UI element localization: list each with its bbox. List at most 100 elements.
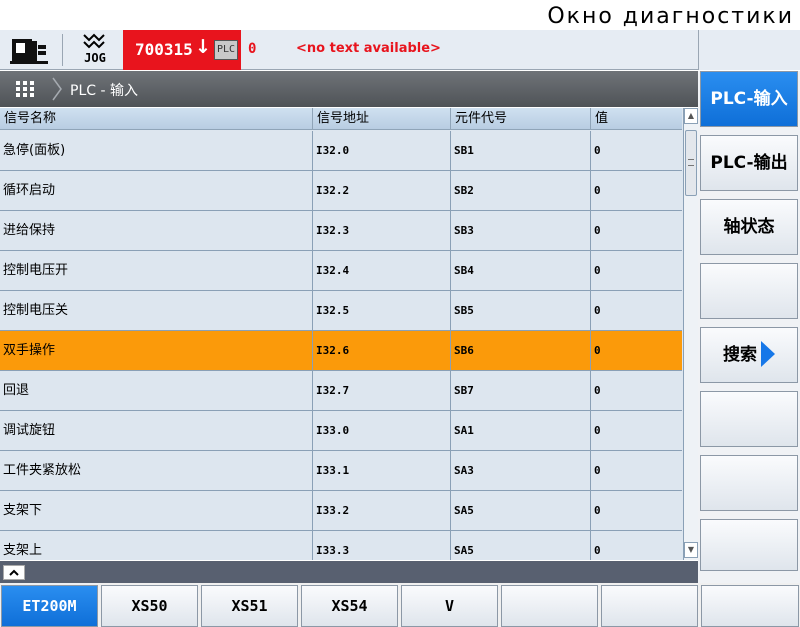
softkey-xs50[interactable]: XS50: [101, 585, 198, 627]
table-row[interactable]: 回退 I32.7 SB7 0: [0, 371, 682, 411]
cell-signal-name: 进给保持: [3, 223, 56, 238]
chevron-up-icon[interactable]: [3, 565, 25, 580]
cell-signal-name: 循环启动: [3, 183, 56, 198]
table-row[interactable]: 循环启动 I32.2 SB2 0: [0, 171, 682, 211]
alarm-text: <no text available>: [296, 41, 441, 56]
table-row[interactable]: 工件夹紧放松 I33.1 SA3 0: [0, 451, 682, 491]
vertical-softkey-bar: PLC-输入 PLC-输出 轴状态 搜索: [698, 71, 800, 583]
softkey-vertical-4[interactable]: [700, 263, 798, 319]
scroll-up-button[interactable]: ▲: [684, 108, 698, 124]
table-row[interactable]: 支架上 I33.3 SA5 0: [0, 531, 682, 560]
cell-signal-name: 支架下: [3, 503, 43, 518]
column-header-value[interactable]: 值: [590, 108, 682, 130]
softkey-xs51[interactable]: XS51: [201, 585, 298, 627]
cell-device-code: SA5: [450, 531, 590, 560]
cell-device-code: SB3: [450, 211, 590, 251]
cell-device-code: SB5: [450, 291, 590, 331]
cell-value: 0: [590, 411, 682, 451]
softkey-axis-status[interactable]: 轴状态: [700, 199, 798, 255]
signal-table: 信号名称 信号地址 元件代号 值 急停(面板) I32.0 SB1 0 循环启动 I32.…: [0, 108, 698, 560]
softkey-search[interactable]: 搜索: [700, 327, 798, 383]
cell-device-code: SA5: [450, 491, 590, 531]
cell-value: 0: [590, 171, 682, 211]
table-row[interactable]: 控制电压开 I32.4 SB4 0: [0, 251, 682, 291]
arrow-right-icon: [761, 340, 775, 367]
cell-address: I33.3: [312, 531, 450, 560]
scroll-thumb[interactable]: [685, 130, 697, 196]
status-separator: [62, 34, 63, 66]
breadcrumb-label: PLC - 输入: [70, 83, 138, 99]
softkey-horizontal-6[interactable]: [501, 585, 598, 627]
alarm-source-badge: PLC: [214, 40, 238, 60]
cell-signal-name: 工件夹紧放松: [3, 463, 82, 478]
cell-address: I32.0: [312, 131, 450, 171]
softkey-horizontal-8[interactable]: [701, 585, 799, 627]
cell-address: I33.0: [312, 411, 450, 451]
table-row[interactable]: 控制电压关 I32.5 SB5 0: [0, 291, 682, 331]
cell-signal-name: 支架上: [3, 543, 43, 558]
cell-value: 0: [590, 491, 682, 531]
table-row[interactable]: 双手操作 I32.6 SB6 0: [0, 331, 682, 371]
cell-value: 0: [590, 531, 682, 560]
cell-device-code: SA1: [450, 411, 590, 451]
alarm-number: 700315: [135, 40, 193, 59]
cell-address: I32.6: [312, 331, 450, 371]
scroll-down-button[interactable]: ▼: [684, 542, 698, 558]
cell-signal-name: 控制电压关: [3, 303, 69, 318]
cell-address: I32.7: [312, 371, 450, 411]
cell-value: 0: [590, 371, 682, 411]
mode-indicator: JOG: [72, 32, 118, 68]
softkey-vertical-8[interactable]: [700, 519, 798, 571]
softkey-plc-input[interactable]: PLC-输入: [700, 71, 798, 127]
table-row[interactable]: 调试旋钮 I33.0 SA1 0: [0, 411, 682, 451]
cell-device-code: SB7: [450, 371, 590, 411]
softkey-plc-output[interactable]: PLC-输出: [700, 135, 798, 191]
cell-device-code: SB6: [450, 331, 590, 371]
column-header-signal-name[interactable]: 信号名称: [0, 108, 312, 130]
cell-address: I32.4: [312, 251, 450, 291]
table-body: 急停(面板) I32.0 SB1 0 循环启动 I32.2 SB2 0 进给保持 I32.3 SB3…: [0, 131, 682, 560]
cell-signal-name: 急停(面板): [3, 143, 66, 158]
cell-device-code: SA3: [450, 451, 590, 491]
breadcrumb: PLC - 输入: [0, 71, 698, 107]
alarm-arrow-icon: ↓: [195, 36, 211, 58]
table-row[interactable]: 进给保持 I32.3 SB3 0: [0, 211, 682, 251]
column-header-address[interactable]: 信号地址: [312, 108, 450, 130]
machine-tool-icon: [10, 35, 48, 65]
breadcrumb-separator-icon: [52, 77, 62, 105]
softkey-v[interactable]: V: [401, 585, 498, 627]
mode-label: JOG: [84, 51, 106, 65]
softkey-search-label: 搜索: [723, 345, 757, 365]
alarm-box[interactable]: 700315 ↓ PLC: [123, 30, 241, 70]
menu-grid-icon[interactable]: [16, 81, 34, 97]
cell-device-code: SB1: [450, 131, 590, 171]
cell-value: 0: [590, 251, 682, 291]
table-row[interactable]: 支架下 I33.2 SA5 0: [0, 491, 682, 531]
cell-signal-name: 回退: [3, 383, 30, 398]
cell-value: 0: [590, 331, 682, 371]
cell-value: 0: [590, 211, 682, 251]
softkey-horizontal-7[interactable]: [601, 585, 698, 627]
cell-value: 0: [590, 451, 682, 491]
window-caption: Окно диагностики: [0, 0, 800, 30]
vertical-scrollbar[interactable]: ▲ ▼: [683, 108, 698, 560]
cell-address: I33.1: [312, 451, 450, 491]
table-header: 信号名称 信号地址 元件代号 值: [0, 108, 682, 130]
cell-device-code: SB4: [450, 251, 590, 291]
softkey-et200m[interactable]: ET200M: [1, 585, 98, 627]
cell-signal-name: 控制电压开: [3, 263, 69, 278]
softkey-vertical-7[interactable]: [700, 455, 798, 511]
cell-signal-name: 双手操作: [3, 343, 56, 358]
jog-wave-icon: [83, 33, 105, 49]
status-right-panel: [698, 30, 800, 70]
column-header-device-code[interactable]: 元件代号: [450, 108, 590, 130]
softkey-vertical-6[interactable]: [700, 391, 798, 447]
horizontal-softkey-bar: ET200M XS50 XS51 XS54 V: [0, 583, 800, 627]
cell-address: I32.2: [312, 171, 450, 211]
softkey-xs54[interactable]: XS54: [301, 585, 398, 627]
table-row[interactable]: 急停(面板) I32.0 SB1 0: [0, 131, 682, 171]
scroll-grip-icon: [688, 159, 694, 166]
cell-signal-name: 调试旋钮: [3, 423, 56, 438]
cell-address: I32.3: [312, 211, 450, 251]
cell-address: I33.2: [312, 491, 450, 531]
